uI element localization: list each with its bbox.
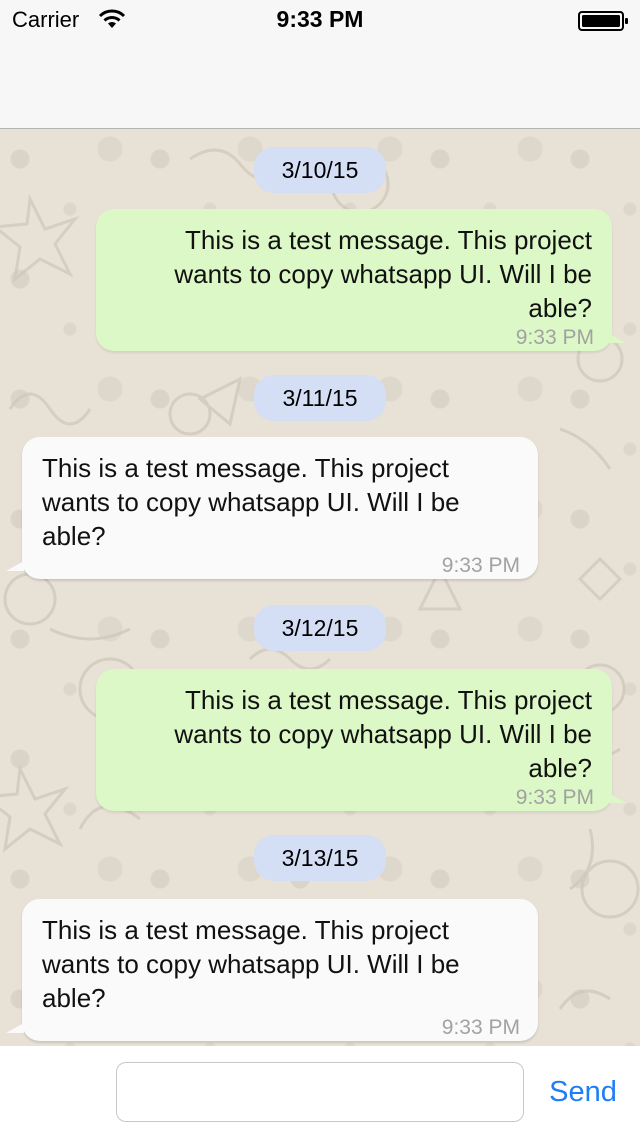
date-separator: 3/11/15 — [254, 375, 386, 421]
message-input[interactable] — [116, 1062, 524, 1122]
message-timestamp: 9:33 PM — [515, 326, 594, 349]
date-separator: 3/10/15 — [254, 147, 386, 193]
incoming-message-bubble[interactable]: This is a test message. This project wan… — [6, 437, 538, 579]
message-timestamp: 9:33 PM — [441, 554, 520, 577]
message-timestamp: 9:33 PM — [441, 1016, 520, 1039]
battery-icon — [578, 11, 628, 31]
date-separator: 3/13/15 — [254, 835, 386, 881]
bubble-tail — [608, 793, 626, 803]
bubble-tail — [6, 1023, 24, 1033]
message-text: This is a test message. This project wan… — [42, 915, 460, 1013]
status-bar: Carrier 9:33 PM — [0, 0, 640, 40]
chat-area[interactable]: 3/10/15 This is a test message. This pro… — [0, 129, 640, 1046]
message-text: This is a test message. This project wan… — [174, 225, 592, 323]
date-separator: 3/12/15 — [254, 605, 386, 651]
message-timestamp: 9:33 PM — [515, 786, 594, 809]
bubble-tail — [608, 333, 626, 343]
message-text: This is a test message. This project wan… — [174, 685, 592, 783]
outgoing-message-bubble[interactable]: This is a test message. This project wan… — [96, 669, 626, 811]
outgoing-message-bubble[interactable]: This is a test message. This project wan… — [96, 209, 626, 351]
status-time: 9:33 PM — [276, 6, 364, 32]
send-button[interactable]: Send — [538, 1066, 628, 1118]
message-composer-bar: Send — [0, 1046, 640, 1136]
navigation-bar — [0, 40, 640, 129]
message-text: This is a test message. This project wan… — [42, 453, 460, 551]
incoming-message-bubble[interactable]: This is a test message. This project wan… — [6, 899, 538, 1041]
bubble-tail — [6, 561, 24, 571]
